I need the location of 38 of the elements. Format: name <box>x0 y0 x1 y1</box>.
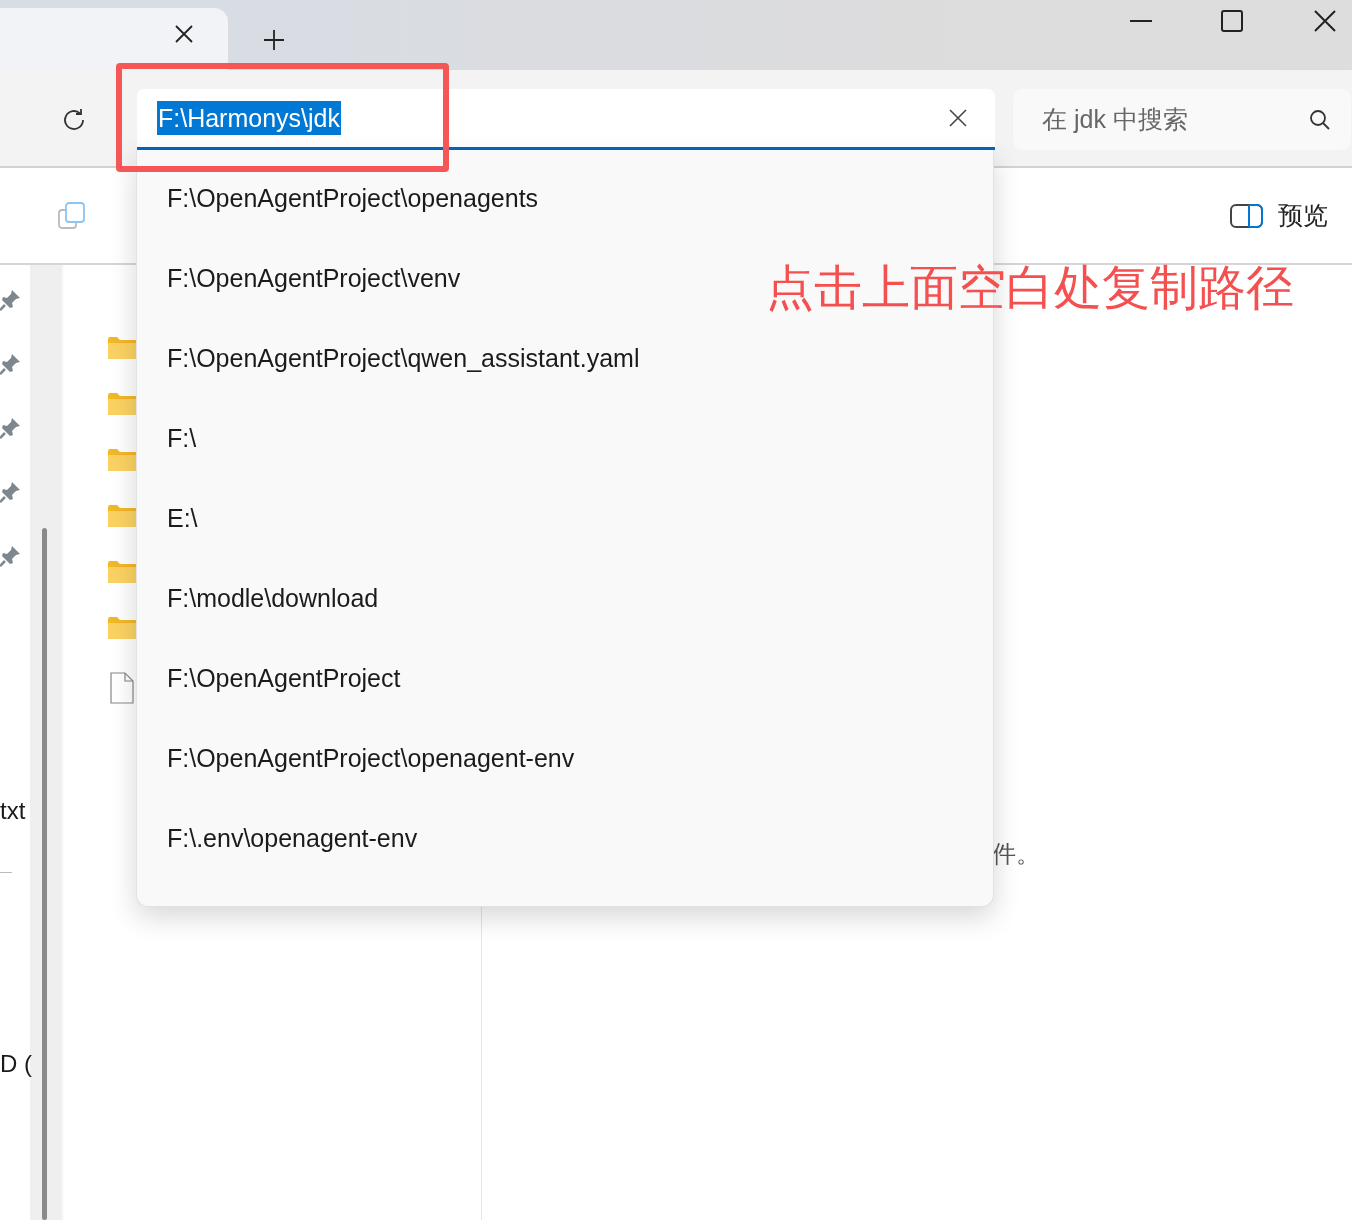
nav-item[interactable]: txt <box>0 797 30 825</box>
clear-icon[interactable] <box>949 109 967 127</box>
suggestion-item[interactable]: F:\OpenAgentProject\openagents <box>137 158 539 238</box>
pin-icon[interactable] <box>0 417 21 439</box>
nav-item[interactable]: D ( <box>0 1050 30 1078</box>
suggestion-item[interactable]: F:\.env\openagent-env <box>137 798 418 878</box>
preview-button[interactable]: 预览 <box>1230 199 1328 232</box>
folder-icon[interactable] <box>108 505 136 527</box>
suggestion-item[interactable]: E:\ <box>137 478 198 558</box>
annotation-text: 点击上面空白处复制路径 <box>766 260 1294 316</box>
close-icon[interactable] <box>174 24 194 44</box>
folder-icon[interactable] <box>108 337 136 359</box>
suggestion-item[interactable]: F:\OpenAgentProject\venv <box>137 238 461 318</box>
address-field[interactable]: F:\Harmonys\jdk <box>137 89 995 150</box>
details-text: 件。 <box>992 839 1041 869</box>
folder-icon[interactable] <box>108 561 136 583</box>
new-tab-icon[interactable] <box>262 28 286 52</box>
suggestion-item[interactable]: F:\OpenAgentProject\qwen_assistant.yaml <box>137 318 640 398</box>
maximize-icon[interactable] <box>1221 10 1243 32</box>
suggestion-item[interactable]: F:\modle\download <box>137 558 379 638</box>
pin-icon[interactable] <box>0 481 21 503</box>
file-icon[interactable] <box>110 672 134 704</box>
search-icon[interactable] <box>1309 108 1331 131</box>
folder-icon[interactable] <box>108 617 136 639</box>
suggestion-item[interactable]: F:\OpenAgentProject <box>137 638 401 718</box>
scrollbar-thumb[interactable] <box>42 528 47 1220</box>
pin-icon[interactable] <box>0 353 21 375</box>
search-field[interactable]: 在 jdk 中搜索 <box>1013 89 1351 150</box>
pin-icon[interactable] <box>0 545 21 567</box>
preview-pane-icon <box>1230 203 1263 228</box>
folder-icon[interactable] <box>108 449 136 471</box>
suggestion-item[interactable]: F:\ <box>137 398 197 478</box>
close-icon[interactable] <box>1314 10 1336 32</box>
pin-icon[interactable] <box>0 289 21 311</box>
copy-icon[interactable] <box>57 200 87 231</box>
folder-icon[interactable] <box>108 393 136 415</box>
refresh-icon[interactable] <box>61 107 87 133</box>
suggestion-item[interactable]: F:\OpenAgentProject\openagent-env <box>137 718 575 798</box>
